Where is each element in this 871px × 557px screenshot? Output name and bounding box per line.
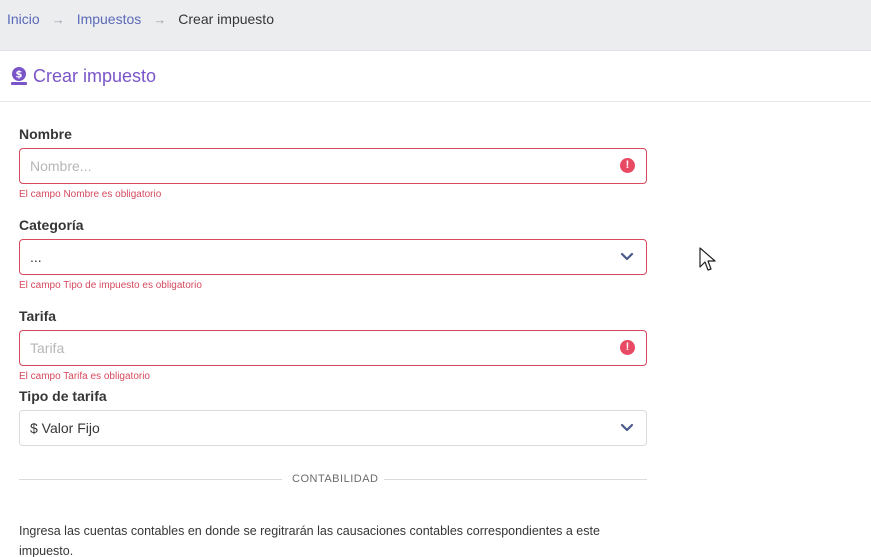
breadcrumb-link-inicio[interactable]: Inicio — [7, 11, 40, 27]
categoria-select[interactable]: ... — [19, 239, 647, 275]
divider-line-right — [384, 479, 647, 480]
chevron-down-icon — [620, 252, 634, 261]
tarifa-label: Tarifa — [19, 308, 57, 324]
mouse-pointer-icon — [699, 247, 716, 271]
breadcrumb-separator: → — [51, 11, 65, 27]
breadcrumb-link-impuestos[interactable]: Impuestos — [77, 11, 142, 27]
section-description: Ingresa las cuentas contables en donde s… — [19, 524, 600, 557]
svg-text:$: $ — [16, 70, 23, 81]
categoria-label: Categoría — [19, 217, 84, 233]
page-title: Crear impuesto — [33, 66, 157, 86]
breadcrumb-separator: → — [153, 11, 167, 27]
chevron-down-icon — [620, 423, 634, 432]
error-icon: ! — [620, 158, 635, 173]
nombre-placeholder: Nombre... — [30, 158, 92, 174]
tarifa-error-message: El campo Tarifa es obligatorio — [19, 371, 150, 382]
error-icon: ! — [620, 340, 635, 355]
tipo-tarifa-label: Tipo de tarifa — [19, 388, 107, 404]
breadcrumb-bar: Inicio → Impuestos → Crear impuesto — [0, 0, 871, 51]
breadcrumb: Inicio → Impuestos → Crear impuesto — [7, 11, 274, 27]
nombre-label: Nombre — [19, 126, 72, 142]
money-hand-icon: $ — [11, 67, 27, 85]
divider-line-left — [19, 479, 282, 480]
categoria-selected-value: ... — [30, 249, 42, 265]
section-divider-label: CONTABILIDAD — [292, 473, 379, 485]
nombre-input[interactable]: Nombre... ! — [19, 148, 647, 184]
tipo-tarifa-selected-value: $ Valor Fijo — [30, 420, 100, 436]
nombre-error-message: El campo Nombre es obligatorio — [19, 189, 162, 200]
tarifa-placeholder: Tarifa — [30, 340, 65, 356]
tarifa-input[interactable]: Tarifa ! — [19, 330, 647, 366]
page-header: $ Crear impuesto — [0, 51, 871, 102]
tipo-tarifa-select[interactable]: $ Valor Fijo — [19, 410, 647, 446]
breadcrumb-current: Crear impuesto — [178, 11, 274, 27]
categoria-error-message: El campo Tipo de impuesto es obligatorio — [19, 280, 202, 291]
